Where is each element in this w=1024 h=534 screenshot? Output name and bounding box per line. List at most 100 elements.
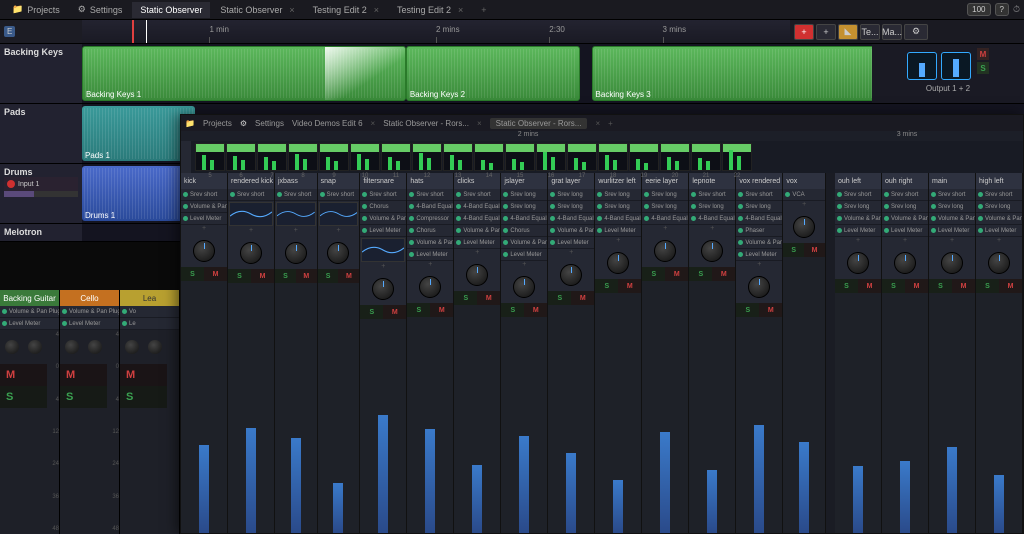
close-icon[interactable]: × (595, 119, 600, 128)
channel-name[interactable]: main (929, 173, 975, 189)
insert-slot[interactable]: Srev long (929, 201, 975, 213)
fader[interactable] (689, 281, 735, 533)
pan-knob[interactable] (65, 340, 79, 354)
fader[interactable] (318, 283, 360, 533)
insert-slot[interactable]: Level Meter (929, 225, 975, 237)
eq-curve-thumbnail[interactable] (361, 238, 405, 262)
plugin-enable-icon[interactable] (62, 309, 67, 314)
projects-tab[interactable]: 📁 Projects (4, 1, 68, 18)
solo-button[interactable]: S (318, 269, 339, 283)
fader[interactable] (595, 293, 641, 533)
insert-slot[interactable]: Srev long (642, 189, 688, 201)
track-thumbnail[interactable]: 5 (195, 143, 225, 171)
plugin-enable-icon[interactable] (597, 228, 602, 233)
track-thumbnail[interactable]: 11 (381, 143, 411, 171)
solo-button[interactable]: S (835, 279, 858, 293)
insert-slot[interactable]: Srev long (689, 201, 735, 213)
fader[interactable] (976, 293, 1022, 533)
channel-name[interactable]: jxbass (275, 173, 317, 189)
edit-tab-active[interactable]: Static Observer (132, 2, 210, 18)
track-thumbnail[interactable]: 22 (722, 143, 752, 171)
plugin-enable-icon[interactable] (456, 228, 461, 233)
plugin-enable-icon[interactable] (550, 228, 555, 233)
plugin-enable-icon[interactable] (456, 240, 461, 245)
plugin-enable-icon[interactable] (183, 216, 188, 221)
close-icon[interactable]: × (374, 5, 379, 15)
mute-button[interactable]: M (804, 243, 825, 257)
solo-button[interactable]: S (275, 269, 296, 283)
audio-clip[interactable]: Backing Keys 2 (406, 46, 580, 101)
plugin-enable-icon[interactable] (931, 228, 936, 233)
plugin-enable-icon[interactable] (122, 309, 127, 314)
plugin-enable-icon[interactable] (597, 204, 602, 209)
plugin-enable-icon[interactable] (183, 192, 188, 197)
add-insert-button[interactable]: + (360, 263, 406, 273)
pan-knob[interactable] (988, 252, 1010, 274)
playhead[interactable] (146, 20, 147, 43)
track-header[interactable]: Pads (0, 104, 82, 163)
insert-slot[interactable]: 4-Band Equaliser (689, 213, 735, 225)
track-thumbnail[interactable]: 20 (660, 143, 690, 171)
close-icon[interactable]: × (458, 5, 463, 15)
fader[interactable] (501, 317, 547, 533)
plugin-enable-icon[interactable] (550, 192, 555, 197)
plugin-enable-icon[interactable] (456, 192, 461, 197)
insert-slot[interactable]: Srev long (548, 189, 594, 201)
insert-slot[interactable]: Srev short (407, 189, 453, 201)
insert-slot[interactable]: Vo (120, 306, 179, 318)
plugin-enable-icon[interactable] (738, 192, 743, 197)
plugin-enable-icon[interactable] (978, 216, 983, 221)
insert-slot[interactable]: Level Meter (181, 213, 227, 225)
track-thumbnail[interactable]: 17 (567, 143, 597, 171)
insert-slot[interactable]: Srev short (835, 189, 881, 201)
channel-name[interactable]: lepnote (689, 173, 735, 189)
add-insert-button[interactable]: + (929, 237, 975, 247)
insert-slot[interactable]: Srev short (228, 189, 274, 201)
eq-curve-thumbnail[interactable] (276, 202, 316, 226)
track-thumbnail[interactable]: 21 (691, 143, 721, 171)
track-thumbnail[interactable]: 16 (536, 143, 566, 171)
plugin-enable-icon[interactable] (931, 204, 936, 209)
solo-button[interactable]: S (501, 303, 524, 317)
channel-name[interactable]: jslayer (501, 173, 547, 189)
insert-slot[interactable]: 4-Band Equaliser (454, 201, 500, 213)
insert-slot[interactable]: Srev short (181, 189, 227, 201)
audio-clip[interactable]: Backing Keys 1 (82, 46, 406, 101)
solo-button[interactable]: S (929, 279, 952, 293)
insert-slot[interactable]: Volume & Pan Plugin (882, 213, 928, 225)
pan-knob[interactable] (327, 242, 349, 264)
add-insert-button[interactable]: + (642, 225, 688, 235)
channel-name[interactable]: snap (318, 173, 360, 189)
fader[interactable] (228, 283, 274, 533)
fader[interactable] (736, 317, 782, 533)
solo-button[interactable]: S (689, 267, 712, 281)
track-thumbnail[interactable]: 12 (412, 143, 442, 171)
insert-slot[interactable]: 4-Band Equaliser (548, 213, 594, 225)
plugin-enable-icon[interactable] (644, 192, 649, 197)
fader[interactable] (360, 319, 406, 533)
channel-name[interactable]: high left (976, 173, 1022, 189)
input-selector[interactable]: Input 1 (4, 177, 78, 191)
plugin-enable-icon[interactable] (550, 204, 555, 209)
pan-knob[interactable] (701, 240, 723, 262)
channel-name[interactable]: kick (181, 173, 227, 189)
mute-button[interactable]: M (905, 279, 928, 293)
fader[interactable] (454, 305, 500, 533)
solo-button[interactable]: S (783, 243, 804, 257)
gain-knob[interactable] (148, 340, 162, 354)
plugin-enable-icon[interactable] (884, 228, 889, 233)
insert-slot[interactable]: Volume & Pan Plugin (548, 225, 594, 237)
plugin-enable-icon[interactable] (550, 240, 555, 245)
pan-knob[interactable] (193, 240, 215, 262)
plugin-enable-icon[interactable] (409, 204, 414, 209)
plugin-enable-icon[interactable] (503, 252, 508, 257)
insert-slot[interactable]: Srev long (501, 189, 547, 201)
clock-icon[interactable]: ⏱ (1013, 4, 1020, 15)
plugin-enable-icon[interactable] (362, 192, 367, 197)
insert-slot[interactable]: Level Meter (736, 249, 782, 261)
insert-slot[interactable]: Srev long (835, 201, 881, 213)
insert-slot[interactable]: Srev short (882, 189, 928, 201)
plugin-enable-icon[interactable] (409, 240, 414, 245)
plugin-enable-icon[interactable] (884, 192, 889, 197)
solo-button[interactable]: S (360, 305, 383, 319)
